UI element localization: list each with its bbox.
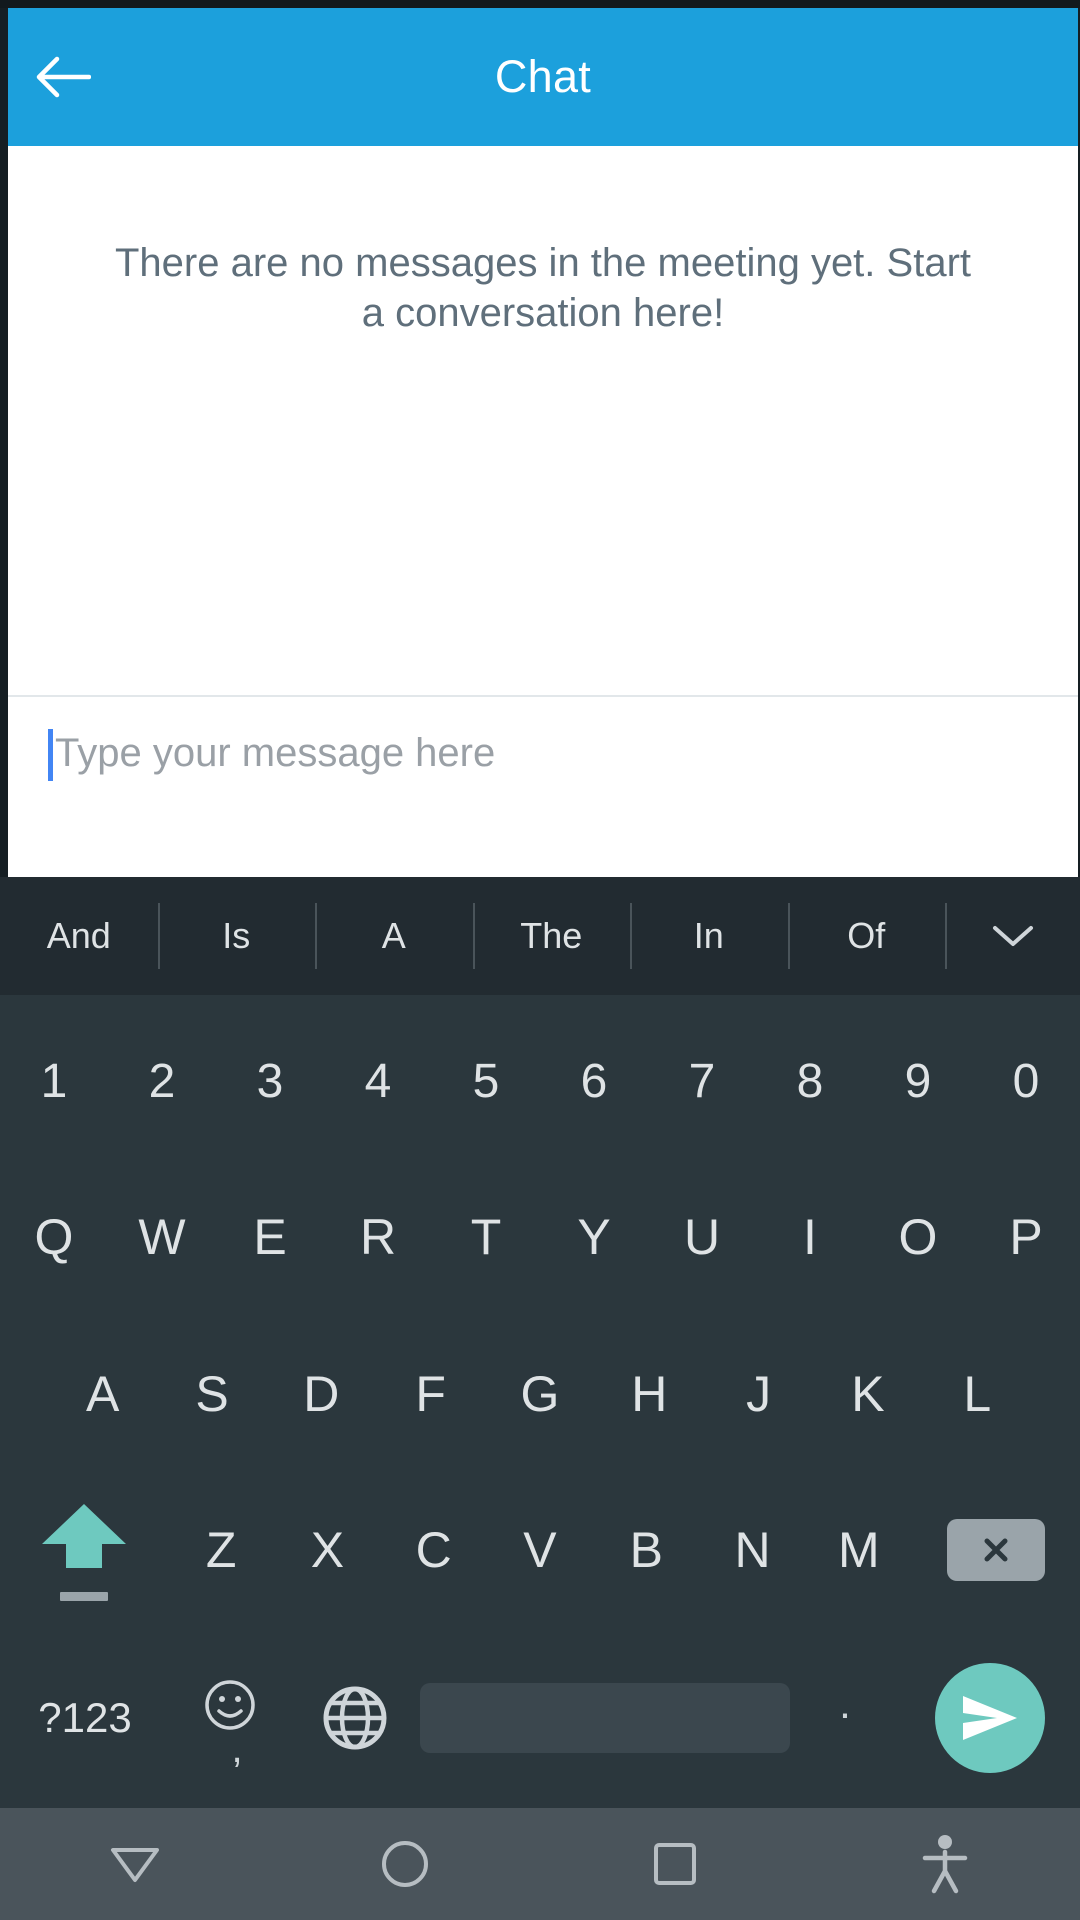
empty-state-message: There are no messages in the meeting yet… bbox=[115, 241, 971, 335]
suggestion-item-2[interactable]: A bbox=[315, 877, 473, 995]
keyboard-row-function: ?123 , . bbox=[0, 1628, 1080, 1808]
back-arrow-icon bbox=[36, 56, 91, 98]
key-6[interactable]: 6 bbox=[540, 1003, 648, 1159]
space-bar-surface bbox=[420, 1683, 790, 1754]
key-e[interactable]: E bbox=[216, 1159, 324, 1315]
nav-home-button[interactable] bbox=[270, 1839, 540, 1889]
key-y[interactable]: Y bbox=[540, 1159, 648, 1315]
emoji-key[interactable]: , bbox=[170, 1677, 290, 1772]
key-v[interactable]: V bbox=[487, 1472, 593, 1628]
keyboard-row-numbers: 1 2 3 4 5 6 7 8 9 0 bbox=[0, 1003, 1080, 1159]
key-4[interactable]: 4 bbox=[324, 1003, 432, 1159]
key-h[interactable]: H bbox=[595, 1316, 704, 1472]
message-input-placeholder[interactable]: Type your message here bbox=[55, 725, 495, 781]
keyboard-rows: 1 2 3 4 5 6 7 8 9 0 Q W E R T Y U I O P … bbox=[0, 995, 1080, 1808]
shift-key[interactable] bbox=[0, 1500, 168, 1601]
send-icon bbox=[963, 1696, 1017, 1741]
back-button[interactable] bbox=[8, 8, 118, 146]
key-o[interactable]: O bbox=[864, 1159, 972, 1315]
message-composer[interactable]: Type your message here bbox=[8, 697, 1078, 877]
key-a[interactable]: A bbox=[48, 1316, 157, 1472]
key-b[interactable]: B bbox=[593, 1472, 699, 1628]
system-navigation-bar bbox=[0, 1808, 1080, 1920]
key-0[interactable]: 0 bbox=[972, 1003, 1080, 1159]
key-k[interactable]: K bbox=[813, 1316, 922, 1472]
page-title: Chat bbox=[494, 51, 592, 102]
close-x-icon bbox=[984, 1538, 1008, 1562]
chevron-down-icon bbox=[992, 926, 1033, 946]
nav-back-triangle-icon bbox=[111, 1848, 159, 1882]
app-screen: Chat There are no messages in the meetin… bbox=[0, 0, 1080, 1920]
key-z[interactable]: Z bbox=[168, 1472, 274, 1628]
key-n[interactable]: N bbox=[699, 1472, 805, 1628]
key-g[interactable]: G bbox=[485, 1316, 594, 1472]
key-q[interactable]: Q bbox=[0, 1159, 108, 1315]
suggestion-item-4[interactable]: In bbox=[630, 877, 788, 995]
key-x[interactable]: X bbox=[274, 1472, 380, 1628]
key-2[interactable]: 2 bbox=[108, 1003, 216, 1159]
keyboard-row-top: Q W E R T Y U I O P bbox=[0, 1159, 1080, 1315]
suggestion-bar: And Is A The In Of bbox=[0, 877, 1080, 995]
keyboard-row-bottom-letters: Z X C V B N M bbox=[0, 1472, 1080, 1628]
text-caret bbox=[48, 729, 53, 781]
nav-back-button[interactable] bbox=[0, 1842, 270, 1886]
suggestion-item-0[interactable]: And bbox=[0, 877, 158, 995]
key-d[interactable]: D bbox=[267, 1316, 376, 1472]
nav-home-circle-icon bbox=[382, 1841, 428, 1887]
keyboard-row-home: A S D F G H J K L bbox=[0, 1316, 1080, 1472]
symbols-key[interactable]: ?123 bbox=[0, 1694, 170, 1742]
key-w[interactable]: W bbox=[108, 1159, 216, 1315]
key-j[interactable]: J bbox=[704, 1316, 813, 1472]
key-i[interactable]: I bbox=[756, 1159, 864, 1315]
on-screen-keyboard: And Is A The In Of 1 2 3 4 5 6 7 8 9 0 Q… bbox=[0, 877, 1080, 1808]
key-t[interactable]: T bbox=[432, 1159, 540, 1315]
key-f[interactable]: F bbox=[376, 1316, 485, 1472]
top-bezel bbox=[0, 0, 1080, 8]
accessibility-button[interactable] bbox=[810, 1833, 1080, 1895]
nav-recents-button[interactable] bbox=[540, 1841, 810, 1887]
key-s[interactable]: S bbox=[157, 1316, 266, 1472]
globe-icon bbox=[323, 1686, 387, 1750]
key-9[interactable]: 9 bbox=[864, 1003, 972, 1159]
key-7[interactable]: 7 bbox=[648, 1003, 756, 1159]
key-p[interactable]: P bbox=[972, 1159, 1080, 1315]
key-3[interactable]: 3 bbox=[216, 1003, 324, 1159]
accessibility-icon bbox=[922, 1835, 968, 1894]
key-1[interactable]: 1 bbox=[0, 1003, 108, 1159]
smiley-icon bbox=[205, 1680, 255, 1730]
key-m[interactable]: M bbox=[806, 1472, 912, 1628]
app-header: Chat bbox=[8, 8, 1078, 146]
backspace-icon bbox=[946, 1519, 1045, 1582]
shift-caps-indicator bbox=[60, 1591, 108, 1601]
suggestions-expand-button[interactable] bbox=[945, 877, 1080, 995]
key-r[interactable]: R bbox=[324, 1159, 432, 1315]
key-l[interactable]: L bbox=[923, 1316, 1032, 1472]
language-switch-key[interactable] bbox=[290, 1684, 420, 1752]
key-c[interactable]: C bbox=[381, 1472, 487, 1628]
period-key[interactable]: . bbox=[790, 1680, 900, 1756]
backspace-key[interactable] bbox=[912, 1519, 1080, 1582]
nav-recents-square-icon bbox=[654, 1843, 696, 1885]
shift-arrow-icon bbox=[42, 1503, 126, 1568]
key-8[interactable]: 8 bbox=[756, 1003, 864, 1159]
suggestion-item-1[interactable]: Is bbox=[157, 877, 316, 995]
comma-label: , bbox=[231, 1727, 243, 1772]
suggestion-item-5[interactable]: Of bbox=[787, 877, 946, 995]
key-u[interactable]: U bbox=[648, 1159, 756, 1315]
space-key[interactable] bbox=[420, 1628, 790, 1808]
send-button[interactable] bbox=[900, 1663, 1080, 1774]
send-button-circle bbox=[935, 1663, 1045, 1774]
key-5[interactable]: 5 bbox=[432, 1003, 540, 1159]
message-list: There are no messages in the meeting yet… bbox=[8, 146, 1078, 697]
suggestion-item-3[interactable]: The bbox=[472, 877, 631, 995]
